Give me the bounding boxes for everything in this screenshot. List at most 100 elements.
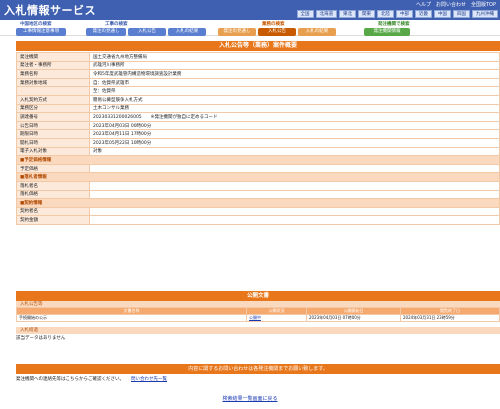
detail-value: 国土交通省九州地方整備局 — [89, 52, 500, 62]
detail-row: 調達番号 20230331200026005 ※発注機関が独自に定めるコード — [16, 112, 500, 122]
detail-key: 開札日時 — [16, 137, 90, 148]
col-header: 公開状況 — [246, 307, 307, 315]
detail-value — [89, 215, 500, 225]
detail-key: 落札価格 — [16, 189, 90, 200]
inquiry-bar: 内容に関するお問い合わせは各発注機関までお願い致します。 — [16, 364, 500, 374]
region-tab[interactable]: 北陸 — [377, 10, 394, 18]
contact-list-link[interactable]: 問い合わせ先一覧 — [131, 376, 167, 382]
nav-group-service: 業務の検索 — [262, 22, 285, 27]
detail-table: 発注機関 国土交通省九州地方整備局 発注者・事務所 武雄河川事務所 業務名称 令和5年度武… — [16, 52, 500, 225]
nav-group-agency: 発注機関で検索 — [378, 22, 410, 27]
detail-value — [89, 189, 500, 200]
region-tab[interactable]: 東北 — [339, 10, 356, 18]
section-heading: ■契約情報 — [16, 198, 500, 208]
detail-key: 期限日時 — [16, 129, 90, 139]
section-heading: ■予定価格情報 — [16, 155, 500, 165]
help-link[interactable]: ヘルプ — [416, 1, 431, 8]
doc-name: 手続開始の公示 — [16, 314, 247, 322]
public-docs-table: 文書名称 公開状況 公開開始日 閲覧終了日 手続開始の公示 公開中 2023年0… — [16, 307, 500, 322]
col-header: 閲覧終了日 — [400, 307, 500, 315]
detail-row: 契約金額 — [16, 215, 500, 225]
section-row: ■契約情報 — [16, 198, 500, 208]
detail-key: 業務名称 — [16, 69, 90, 79]
site-logo[interactable]: 入札情報サービス — [4, 2, 96, 18]
doc-status-link[interactable]: 公開中 — [246, 314, 307, 322]
top-bar: 入札情報サービス ヘルプ お問い合わせ 全国版TOP 全国 北海道 東北 関東 … — [0, 0, 500, 20]
detail-value: 2023年04月03日 00時00分 — [89, 120, 500, 131]
col-header: 文書名称 — [16, 307, 247, 315]
table-row: 手続開始の公示 公開中 2023年04月03日 07時00分 2024年03月3… — [16, 314, 500, 322]
section-row: ■落札者情報 — [16, 172, 500, 182]
detail-row: 入札契約方式 簡易公募型競争入札方式 — [16, 94, 500, 105]
service-outlook-button[interactable]: 発注の見通し — [218, 28, 256, 36]
public-docs-title: 公開文書 — [16, 291, 500, 301]
detail-row: 業務区分 土木コンサル業務 — [16, 103, 500, 114]
detail-key: 電子入札対象 — [16, 146, 90, 157]
detail-row: 至：佐賀県 — [16, 86, 500, 96]
detail-key: 発注機関 — [16, 52, 90, 62]
detail-row: 業務対象地域 自：佐賀県武雄市 — [16, 77, 500, 88]
search-nav: 中国地区の検索 工事の検索 業務の検索 発注機関で検索 工事情報注意事項 発注の… — [0, 20, 500, 36]
detail-value: 20230331200026005 ※発注機関が独自に定めるコード — [89, 112, 500, 122]
top-links: ヘルプ お問い合わせ 全国版TOP — [416, 1, 496, 8]
construction-notice-button[interactable]: 入札公告 — [128, 28, 166, 36]
region-tab[interactable]: 北海道 — [315, 10, 337, 18]
national-top-link[interactable]: 全国版TOP — [471, 1, 496, 8]
region-tab[interactable]: 四国 — [453, 10, 470, 18]
detail-value — [89, 180, 500, 191]
detail-value — [89, 163, 500, 174]
detail-value: 武雄河川事務所 — [89, 60, 500, 71]
col-header: 公開開始日 — [306, 307, 401, 315]
nav-group-area: 中国地区の検索 — [20, 22, 52, 27]
region-tab[interactable]: 関東 — [358, 10, 375, 18]
inquiry-text: 発注機関への連絡先等はこちらからご確認ください。 — [16, 377, 124, 382]
construction-result-button[interactable]: 入札の結果 — [168, 28, 206, 36]
detail-value: 自：佐賀県武雄市 — [89, 77, 500, 88]
doc-end: 2024年03月31日 23時59分 — [400, 314, 500, 322]
detail-value: 2023年05月22日 10時00分 — [89, 137, 500, 148]
page-title: 入札公告等（業務）案件概要 — [16, 41, 500, 51]
construction-outlook-button[interactable]: 発注の見通し — [86, 28, 126, 36]
detail-row: 公告日時 2023年04月03日 00時00分 — [16, 120, 500, 131]
detail-key: 業務対象地域 — [16, 77, 90, 88]
detail-key: 公告日時 — [16, 120, 90, 131]
doc-start: 2023年04月03日 07時00分 — [306, 314, 401, 322]
detail-key: 発注者・事務所 — [16, 60, 90, 71]
region-tab[interactable]: 全国 — [296, 10, 314, 18]
nav-group-construction: 工事の検索 — [105, 22, 128, 27]
detail-row: 落札者名 — [16, 180, 500, 191]
detail-key: 落札者名 — [16, 180, 90, 191]
detail-row: 落札価格 — [16, 189, 500, 200]
section-row: ■予定価格情報 — [16, 155, 500, 165]
detail-value: 令和5年度武雄管内構造物環境調査設計業務 — [89, 69, 500, 79]
service-result-button[interactable]: 入札の結果 — [298, 28, 336, 36]
detail-key: 予定価格 — [16, 163, 90, 174]
detail-key: 入札契約方式 — [16, 94, 90, 105]
detail-row: 予定価格 — [16, 163, 500, 174]
detail-key: 業務区分 — [16, 103, 90, 114]
detail-key: 調達番号 — [16, 112, 90, 122]
service-notice-button[interactable]: 入札公告 — [258, 28, 296, 36]
detail-key — [16, 86, 90, 96]
region-tab[interactable]: 中部 — [396, 10, 413, 18]
agency-info-button[interactable]: 発注機関情報 — [364, 28, 410, 36]
detail-key: 契約者名 — [16, 206, 90, 217]
detail-value: 簡易公募型競争入札方式 — [89, 94, 500, 105]
region-tab[interactable]: 九州沖縄 — [472, 10, 498, 18]
detail-row: 契約者名 — [16, 206, 500, 217]
region-tab[interactable]: 中国 — [434, 10, 451, 18]
empty-message: 該当データはありません — [16, 336, 66, 341]
detail-key: 契約金額 — [16, 215, 90, 225]
back-row: 検索結果一覧画面に戻る — [0, 395, 500, 402]
detail-value: 土木コンサル業務 — [89, 103, 500, 114]
detail-row: 期限日時 2023年04月11日 17時00分 — [16, 129, 500, 139]
construction-notes-button[interactable]: 工事情報注意事項 — [16, 28, 66, 36]
detail-row: 業務名称 令和5年度武雄管内構造物環境調査設計業務 — [16, 69, 500, 79]
detail-value: 至：佐賀県 — [89, 86, 500, 96]
contact-link[interactable]: お問い合わせ — [436, 1, 466, 8]
inquiry-row: 発注機関への連絡先等はこちらからご確認ください。 問い合わせ先一覧 — [16, 376, 500, 382]
back-to-results-link[interactable]: 検索結果一覧画面に戻る — [222, 396, 277, 402]
section-heading: ■落札者情報 — [16, 172, 500, 182]
detail-row: 電子入札対象 対象 — [16, 146, 500, 157]
region-tab[interactable]: 近畿 — [415, 10, 432, 18]
